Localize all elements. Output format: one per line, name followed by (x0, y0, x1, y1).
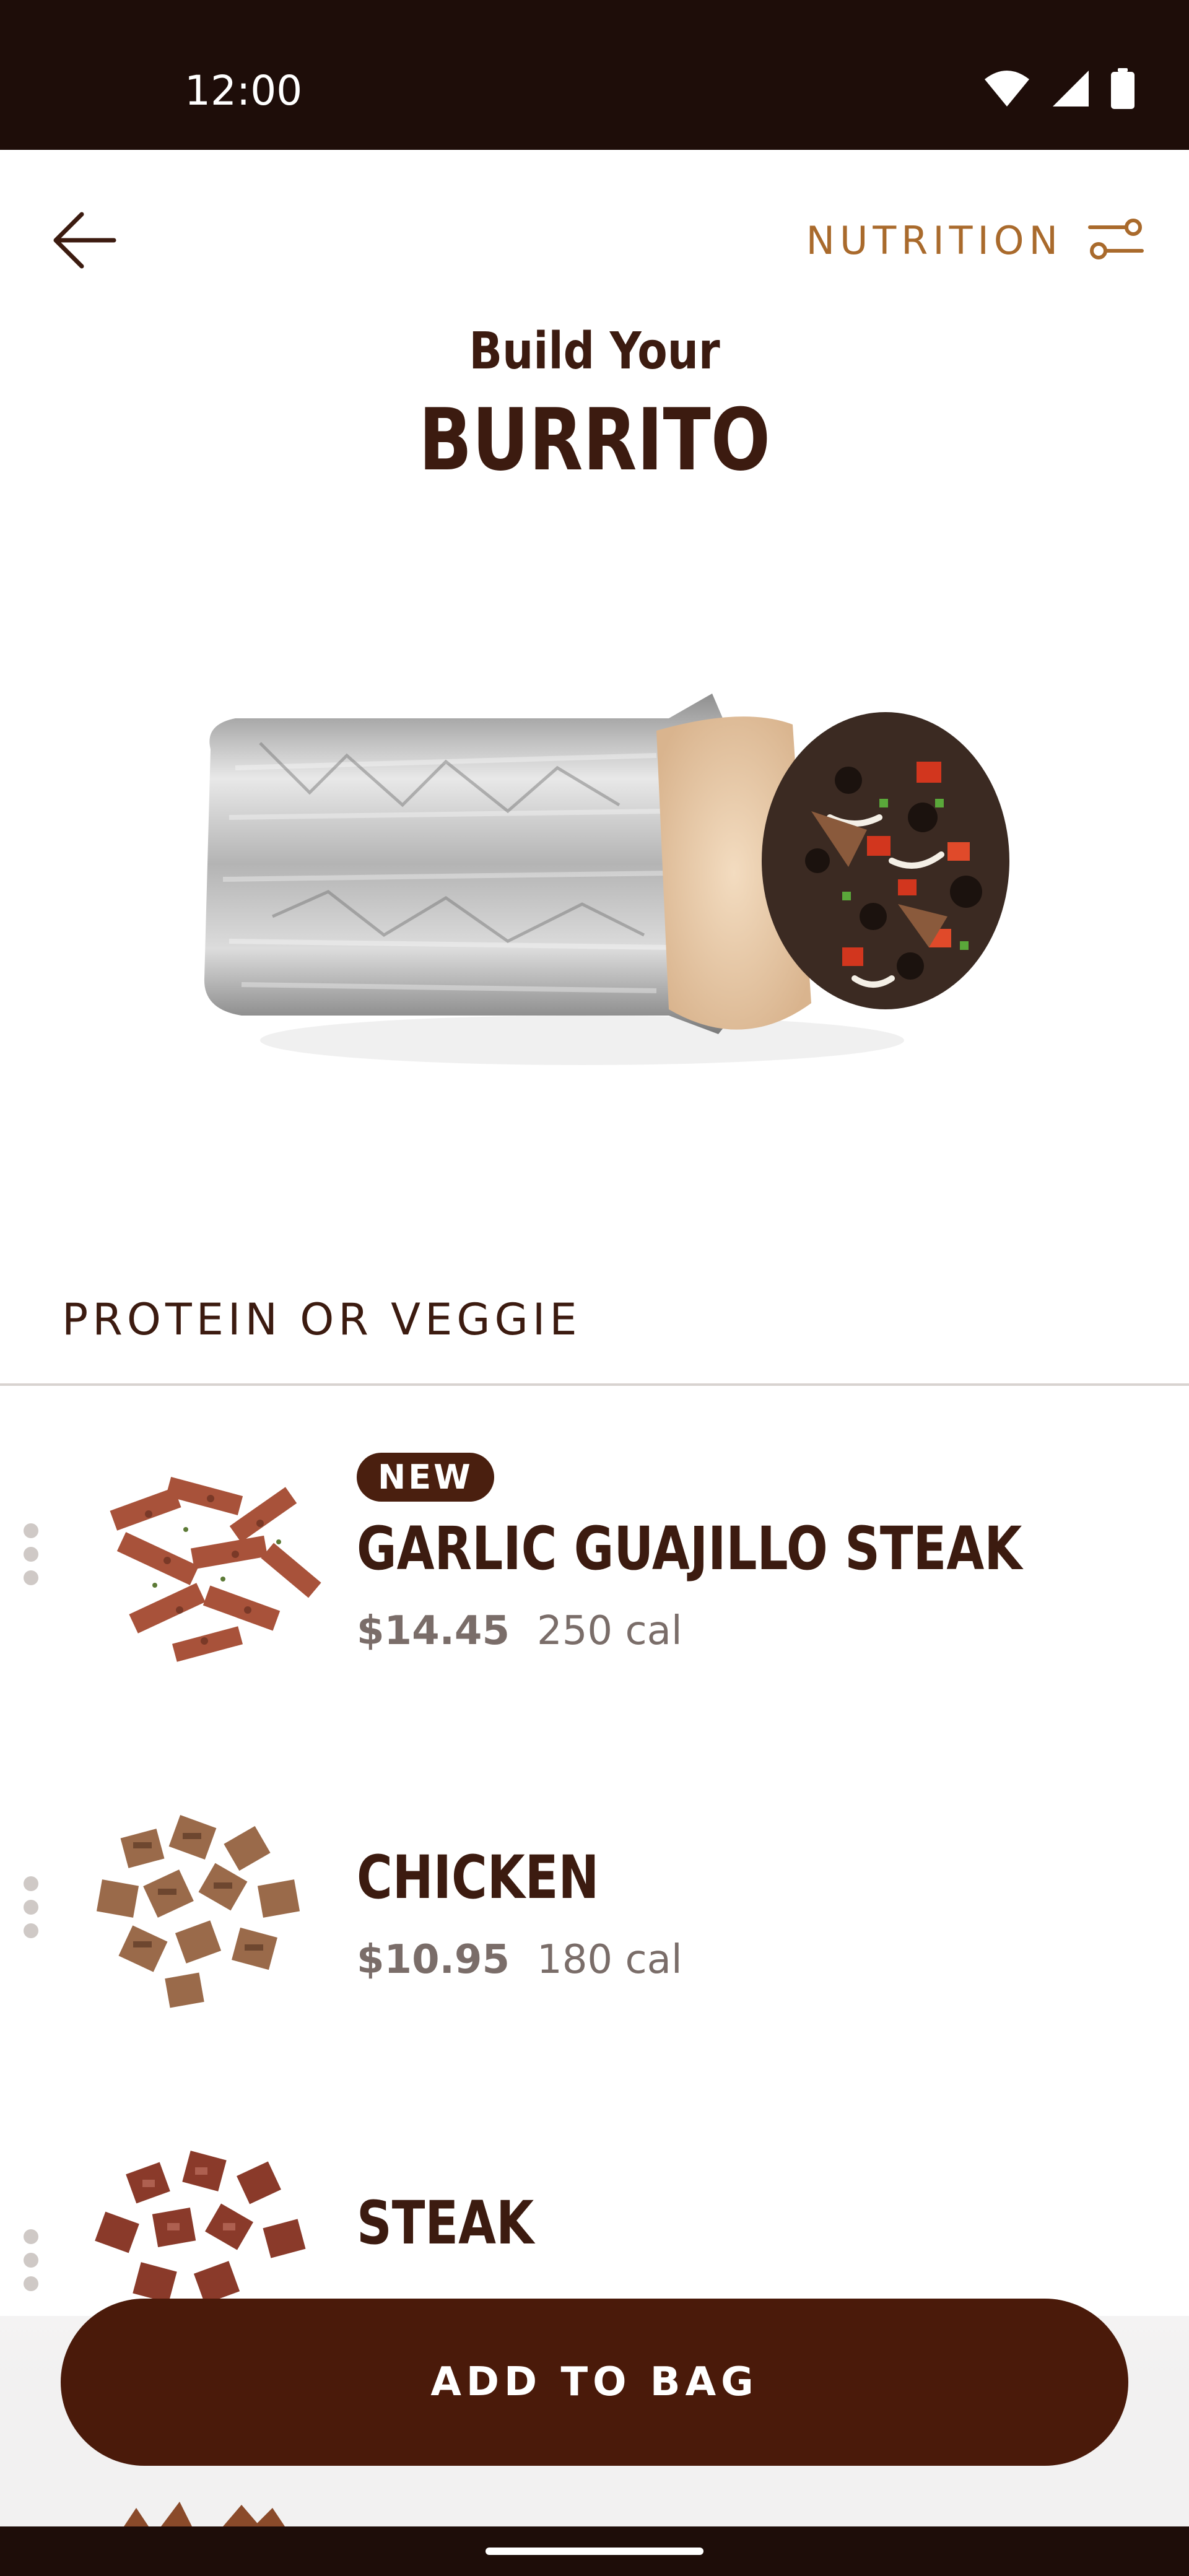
item-calories: 180 cal (536, 1937, 682, 1983)
drag-dot (24, 2229, 38, 2244)
wifi-icon (983, 69, 1030, 108)
page-title: BURRITO (419, 390, 770, 490)
drag-handle-icon[interactable] (24, 1876, 40, 1938)
nutrition-button[interactable]: NUTRITION (806, 209, 1144, 271)
signal-icon (1052, 69, 1090, 108)
item-name: CHICKEN (357, 1843, 599, 1912)
item-info: NEW GARLIC GUAJILLO STEAK $14.45 250 cal (357, 1453, 1168, 1654)
add-to-bag-label: ADD TO BAG (430, 2359, 759, 2405)
item-calories: 250 cal (536, 1608, 682, 1654)
item-info: STEAK (357, 2188, 573, 2258)
drag-dot (24, 2253, 38, 2268)
drag-dot (24, 1923, 38, 1938)
item-name: STEAK (357, 2188, 534, 2258)
drag-dot (24, 1523, 38, 1538)
top-app-bar: NUTRITION (0, 150, 1189, 323)
steak-image (74, 2143, 341, 2316)
item-price: $10.95 (357, 1937, 510, 1983)
drag-dot (24, 1570, 38, 1585)
build-burrito-screen: 12:00 NUTRITION Build Your BURRITO PROTE… (0, 0, 1189, 2576)
new-badge: NEW (357, 1453, 494, 1502)
section-heading: PROTEIN OR VEGGIE (62, 1294, 581, 1345)
section-divider (0, 1383, 1189, 1386)
add-to-bag-button[interactable]: ADD TO BAG (61, 2299, 1128, 2466)
drag-dot (24, 1547, 38, 1562)
home-indicator[interactable] (486, 2548, 703, 2555)
status-time: 12:00 (185, 67, 303, 115)
drag-dot (24, 1876, 38, 1891)
item-meta: $14.45 250 cal (357, 1608, 1168, 1654)
item-price: $14.45 (357, 1608, 510, 1654)
status-bar: 12:00 (0, 0, 1189, 150)
drag-dot (24, 1900, 38, 1915)
back-button[interactable] (47, 203, 121, 277)
chicken-image (74, 1796, 341, 2019)
menu-item-chicken[interactable]: CHICKEN $10.95 180 cal (0, 1783, 1189, 2093)
item-name: GARLIC GUAJILLO STEAK (357, 1514, 1022, 1583)
arrow-left-icon (53, 212, 116, 269)
drag-handle-icon[interactable] (24, 2229, 40, 2291)
menu-item-garlic-guajillo-steak[interactable]: NEW GARLIC GUAJILLO STEAK $14.45 250 cal (0, 1430, 1189, 1752)
menu-item-steak[interactable]: STEAK (0, 2130, 1189, 2316)
drag-handle-icon[interactable] (24, 1523, 40, 1585)
sliders-icon (1087, 217, 1144, 264)
item-info: CHICKEN $10.95 180 cal (357, 1843, 682, 1983)
battery-icon (1111, 68, 1135, 109)
garlic-guajillo-steak-image (74, 1455, 341, 1678)
next-item-image-peek (111, 2489, 297, 2526)
item-meta: $10.95 180 cal (357, 1937, 682, 1983)
drag-dot (24, 2276, 38, 2291)
page-subtitle: Build Your (469, 322, 720, 381)
status-icons (983, 68, 1135, 109)
nutrition-label: NUTRITION (806, 217, 1063, 263)
burrito-image (186, 656, 1016, 1102)
